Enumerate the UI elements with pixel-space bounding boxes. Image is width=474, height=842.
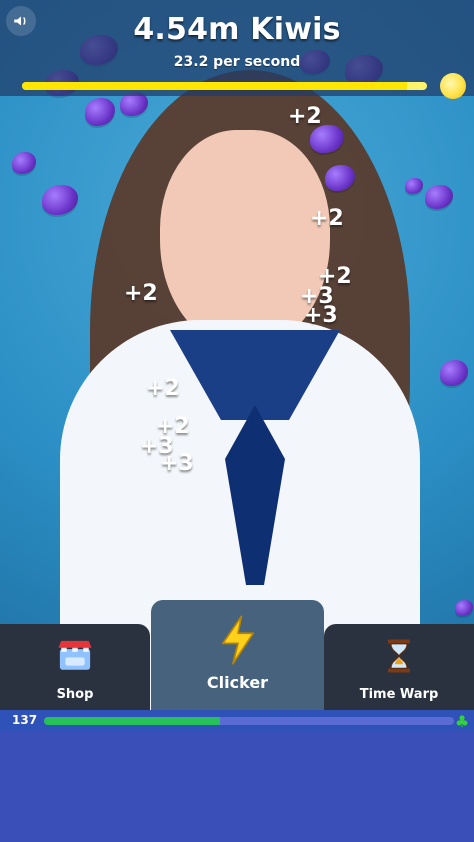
score-popup: +2: [310, 206, 344, 231]
top-progress-fill: [22, 82, 407, 90]
status-bar: 137 ♣: [0, 710, 474, 732]
score-popup: +2: [124, 281, 158, 306]
tab-clicker[interactable]: Clicker: [151, 600, 324, 712]
kiwi-particle: [440, 360, 468, 386]
kiwi-particle: [85, 98, 115, 126]
kiwi-particle: [42, 185, 78, 215]
score-popup: +2: [288, 104, 322, 129]
status-progress-fill: [44, 717, 221, 725]
score-popup: +2: [146, 376, 180, 401]
footer-area: [0, 732, 474, 842]
score-popup: +3: [304, 303, 338, 328]
tab-shop-label: Shop: [56, 687, 94, 702]
kiwi-particle: [405, 178, 423, 194]
lightning-icon: [211, 610, 265, 674]
kiwi-total: 4.54m Kiwis: [133, 12, 341, 47]
status-count: 137: [12, 713, 38, 727]
bottom-navigation: Shop Clicker Time Warp: [0, 600, 474, 712]
tab-shop[interactable]: Shop: [0, 624, 150, 712]
kiwi-rate: 23.2 per second: [173, 54, 301, 70]
shop-icon: [53, 634, 97, 682]
clover-icon[interactable]: ♣: [452, 710, 472, 732]
kiwi-particle: [425, 185, 453, 209]
hourglass-icon: [377, 634, 421, 682]
tab-time-warp-label: Time Warp: [359, 687, 439, 702]
kiwi-particle: [12, 152, 36, 174]
tab-time-warp[interactable]: Time Warp: [324, 624, 474, 712]
status-progress-bar: [44, 717, 454, 725]
top-hud: 4.54m Kiwis 23.2 per second: [0, 0, 474, 99]
score-popup: +3: [160, 451, 194, 476]
tab-clicker-label: Clicker: [206, 673, 269, 692]
top-progress-bar: [22, 82, 427, 90]
sun-icon[interactable]: [440, 73, 466, 99]
